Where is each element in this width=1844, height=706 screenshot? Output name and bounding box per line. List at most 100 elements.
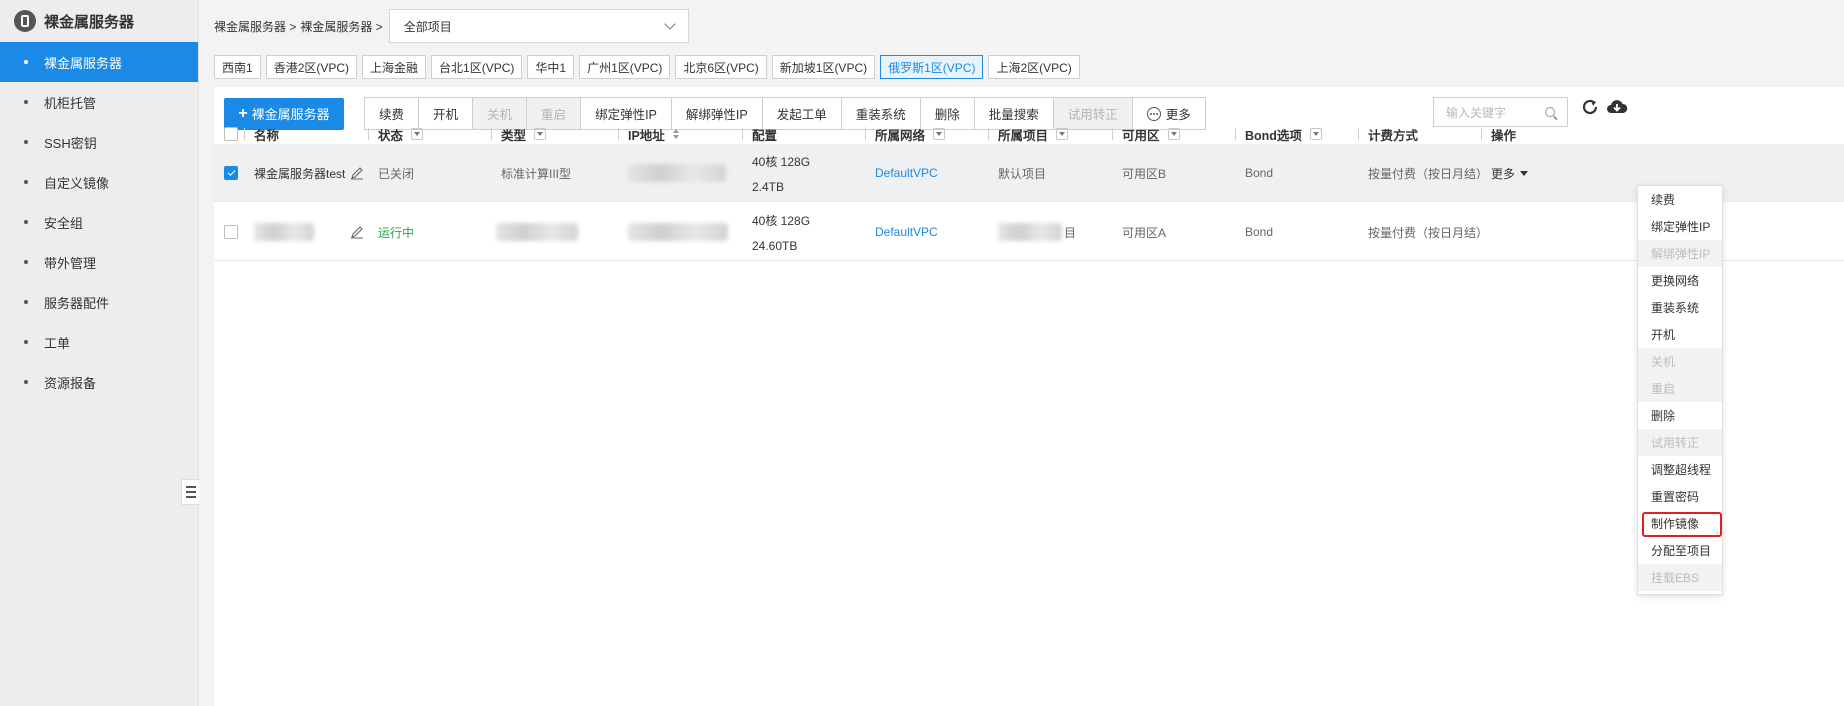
sidebar-item-label: 资源报备 — [44, 375, 97, 391]
bullet-icon — [24, 260, 28, 264]
menu-item-renew[interactable]: 续费 — [1638, 186, 1722, 213]
menu-item-reset-password[interactable]: 重置密码 — [1638, 483, 1722, 510]
edit-icon[interactable] — [350, 166, 364, 180]
status-text: 运行中 — [378, 225, 415, 240]
breadcrumb-item[interactable]: 裸金属服务器 > — [300, 18, 382, 35]
cloud-download-icon[interactable] — [1606, 98, 1628, 116]
ip-address-redacted — [628, 203, 728, 261]
sidebar-item-tickets[interactable]: 工单 — [0, 322, 198, 362]
sidebar-item-label: 带外管理 — [44, 255, 97, 271]
region-tabs: 西南1 香港2区(VPC) 上海金融 台北1区(VPC) 华中1 广州1区(VP… — [214, 55, 1080, 79]
menu-item-hyperthreading[interactable]: 调整超线程 — [1638, 456, 1722, 483]
col-zone-label: 可用区 — [1122, 128, 1160, 143]
server-type-redacted — [496, 203, 578, 261]
breadcrumb-item[interactable]: 裸金属服务器 > — [214, 18, 296, 35]
sidebar-item-custom-images[interactable]: 自定义镜像 — [0, 162, 198, 202]
region-tab[interactable]: 北京6区(VPC) — [675, 55, 767, 79]
filter-icon[interactable] — [933, 128, 946, 140]
search-icon[interactable] — [1545, 107, 1555, 117]
col-bond-label: Bond选项 — [1245, 128, 1302, 143]
col-status-label: 状态 — [378, 128, 404, 143]
filter-icon[interactable] — [1309, 128, 1322, 140]
project-select[interactable]: 全部项目 — [388, 9, 689, 43]
filter-icon[interactable] — [534, 128, 547, 140]
sidebar-item-ssh-keys[interactable]: SSH密钥 — [0, 122, 198, 162]
more-dropdown-trigger[interactable]: 更多 — [1491, 144, 1529, 202]
project-name-tail: 目 — [1064, 225, 1077, 240]
menu-item-power-on[interactable]: 开机 — [1638, 321, 1722, 348]
menu-item-change-network[interactable]: 更换网络 — [1638, 267, 1722, 294]
col-name-label: 名称 — [254, 128, 280, 143]
network-link[interactable]: DefaultVPC — [875, 144, 938, 202]
billing-method: 按量付费（按日月结） — [1368, 166, 1489, 181]
network-link[interactable]: DefaultVPC — [875, 203, 938, 261]
config-cell: 40核 128G 2.4TB — [752, 144, 810, 202]
menu-item-assign-project[interactable]: 分配至项目 — [1638, 537, 1722, 564]
region-tab[interactable]: 上海金融 — [362, 55, 427, 79]
filter-icon[interactable] — [411, 128, 424, 140]
filter-icon[interactable] — [1167, 128, 1180, 140]
bond-option: Bond — [1245, 166, 1274, 180]
menu-item-unbind-eip[interactable]: 解绑弹性IP — [1638, 240, 1722, 267]
menu-item-bind-eip[interactable]: 绑定弹性IP — [1638, 213, 1722, 240]
row-select-cell — [224, 144, 238, 202]
config-cell: 40核 128G 24.60TB — [752, 203, 810, 261]
sidebar-item-bare-metal[interactable]: 裸金属服务器 — [0, 42, 198, 82]
region-tab[interactable]: 台北1区(VPC) — [431, 55, 523, 79]
project-name: 目 — [998, 203, 1076, 261]
sidebar-item-label: 自定义镜像 — [44, 175, 110, 191]
menu-item-mount-ebs[interactable]: 挂载EBS — [1638, 564, 1722, 591]
sidebar-title: 裸金属服务器 — [44, 13, 135, 31]
menu-item-power-off[interactable]: 关机 — [1638, 348, 1722, 375]
menu-item-create-image[interactable]: 制作镜像 — [1638, 510, 1722, 537]
config-disk: 2.4TB — [752, 179, 785, 194]
search-placeholder: 输入关键字 — [1446, 105, 1507, 120]
sidebar-item-resource-report[interactable]: 资源报备 — [0, 362, 198, 402]
row-checkbox[interactable] — [224, 225, 238, 239]
bullet-icon — [24, 220, 28, 224]
more-label: 更多 — [1491, 166, 1516, 181]
menu-item-reinstall-os[interactable]: 重装系统 — [1638, 294, 1722, 321]
server-name[interactable]: 裸金属服务器test — [254, 144, 345, 202]
region-tab-active[interactable]: 俄罗斯1区(VPC) — [880, 55, 984, 79]
col-project-label: 所属项目 — [998, 128, 1049, 143]
col-network-label: 所属网络 — [875, 128, 926, 143]
edit-name-cell — [350, 144, 364, 202]
sidebar-item-cabinet[interactable]: 机柜托管 — [0, 82, 198, 122]
edit-name-cell — [350, 203, 364, 261]
region-tab[interactable]: 香港2区(VPC) — [265, 55, 358, 79]
sort-icon[interactable] — [672, 129, 679, 139]
filter-icon[interactable] — [1056, 128, 1069, 140]
sidebar-item-security-group[interactable]: 安全组 — [0, 202, 198, 242]
server-type: 标准计算III型 — [501, 166, 572, 181]
refresh-icon[interactable] — [1581, 98, 1599, 116]
server-name-redacted[interactable] — [254, 203, 314, 261]
select-all-checkbox[interactable] — [224, 127, 238, 141]
project-select-value: 全部项目 — [403, 19, 452, 34]
row-select-cell — [224, 203, 238, 261]
menu-item-restart[interactable]: 重启 — [1638, 375, 1722, 402]
bond-option: Bond — [1245, 225, 1274, 239]
caret-down-icon — [1520, 170, 1529, 176]
region-tab[interactable]: 上海2区(VPC) — [988, 55, 1080, 79]
table-row[interactable]: 裸金属服务器test 已关闭 标准计算III型 40核 128G 2.4TB D… — [214, 144, 1844, 202]
config-cpu-mem: 40核 128G — [752, 213, 811, 228]
sidebar-item-label: 裸金属服务器 — [44, 55, 123, 71]
region-tab[interactable]: 华中1 — [527, 55, 575, 79]
collapse-sidebar-icon[interactable] — [181, 479, 199, 505]
menu-item-trial-convert[interactable]: 试用转正 — [1638, 429, 1722, 456]
more-actions-menu: 续费 绑定弹性IP 解绑弹性IP 更换网络 重装系统 开机 关机 重启 删除 试… — [1637, 185, 1723, 595]
region-tab[interactable]: 新加坡1区(VPC) — [771, 55, 876, 79]
bullet-icon — [24, 180, 28, 184]
menu-item-delete[interactable]: 删除 — [1638, 402, 1722, 429]
sidebar-item-oob[interactable]: 带外管理 — [0, 242, 198, 282]
region-tab[interactable]: 广州1区(VPC) — [579, 55, 671, 79]
edit-icon[interactable] — [350, 225, 364, 239]
row-checkbox[interactable] — [224, 166, 238, 180]
sidebar-item-label: 安全组 — [44, 215, 84, 231]
table-row[interactable]: 运行中 40核 128G 24.60TB DefaultVPC 目 可用区A B… — [214, 203, 1844, 261]
region-tab[interactable]: 西南1 — [214, 55, 261, 79]
chevron-down-icon — [664, 18, 676, 30]
status-text: 已关闭 — [378, 166, 415, 181]
sidebar-item-parts[interactable]: 服务器配件 — [0, 282, 198, 322]
